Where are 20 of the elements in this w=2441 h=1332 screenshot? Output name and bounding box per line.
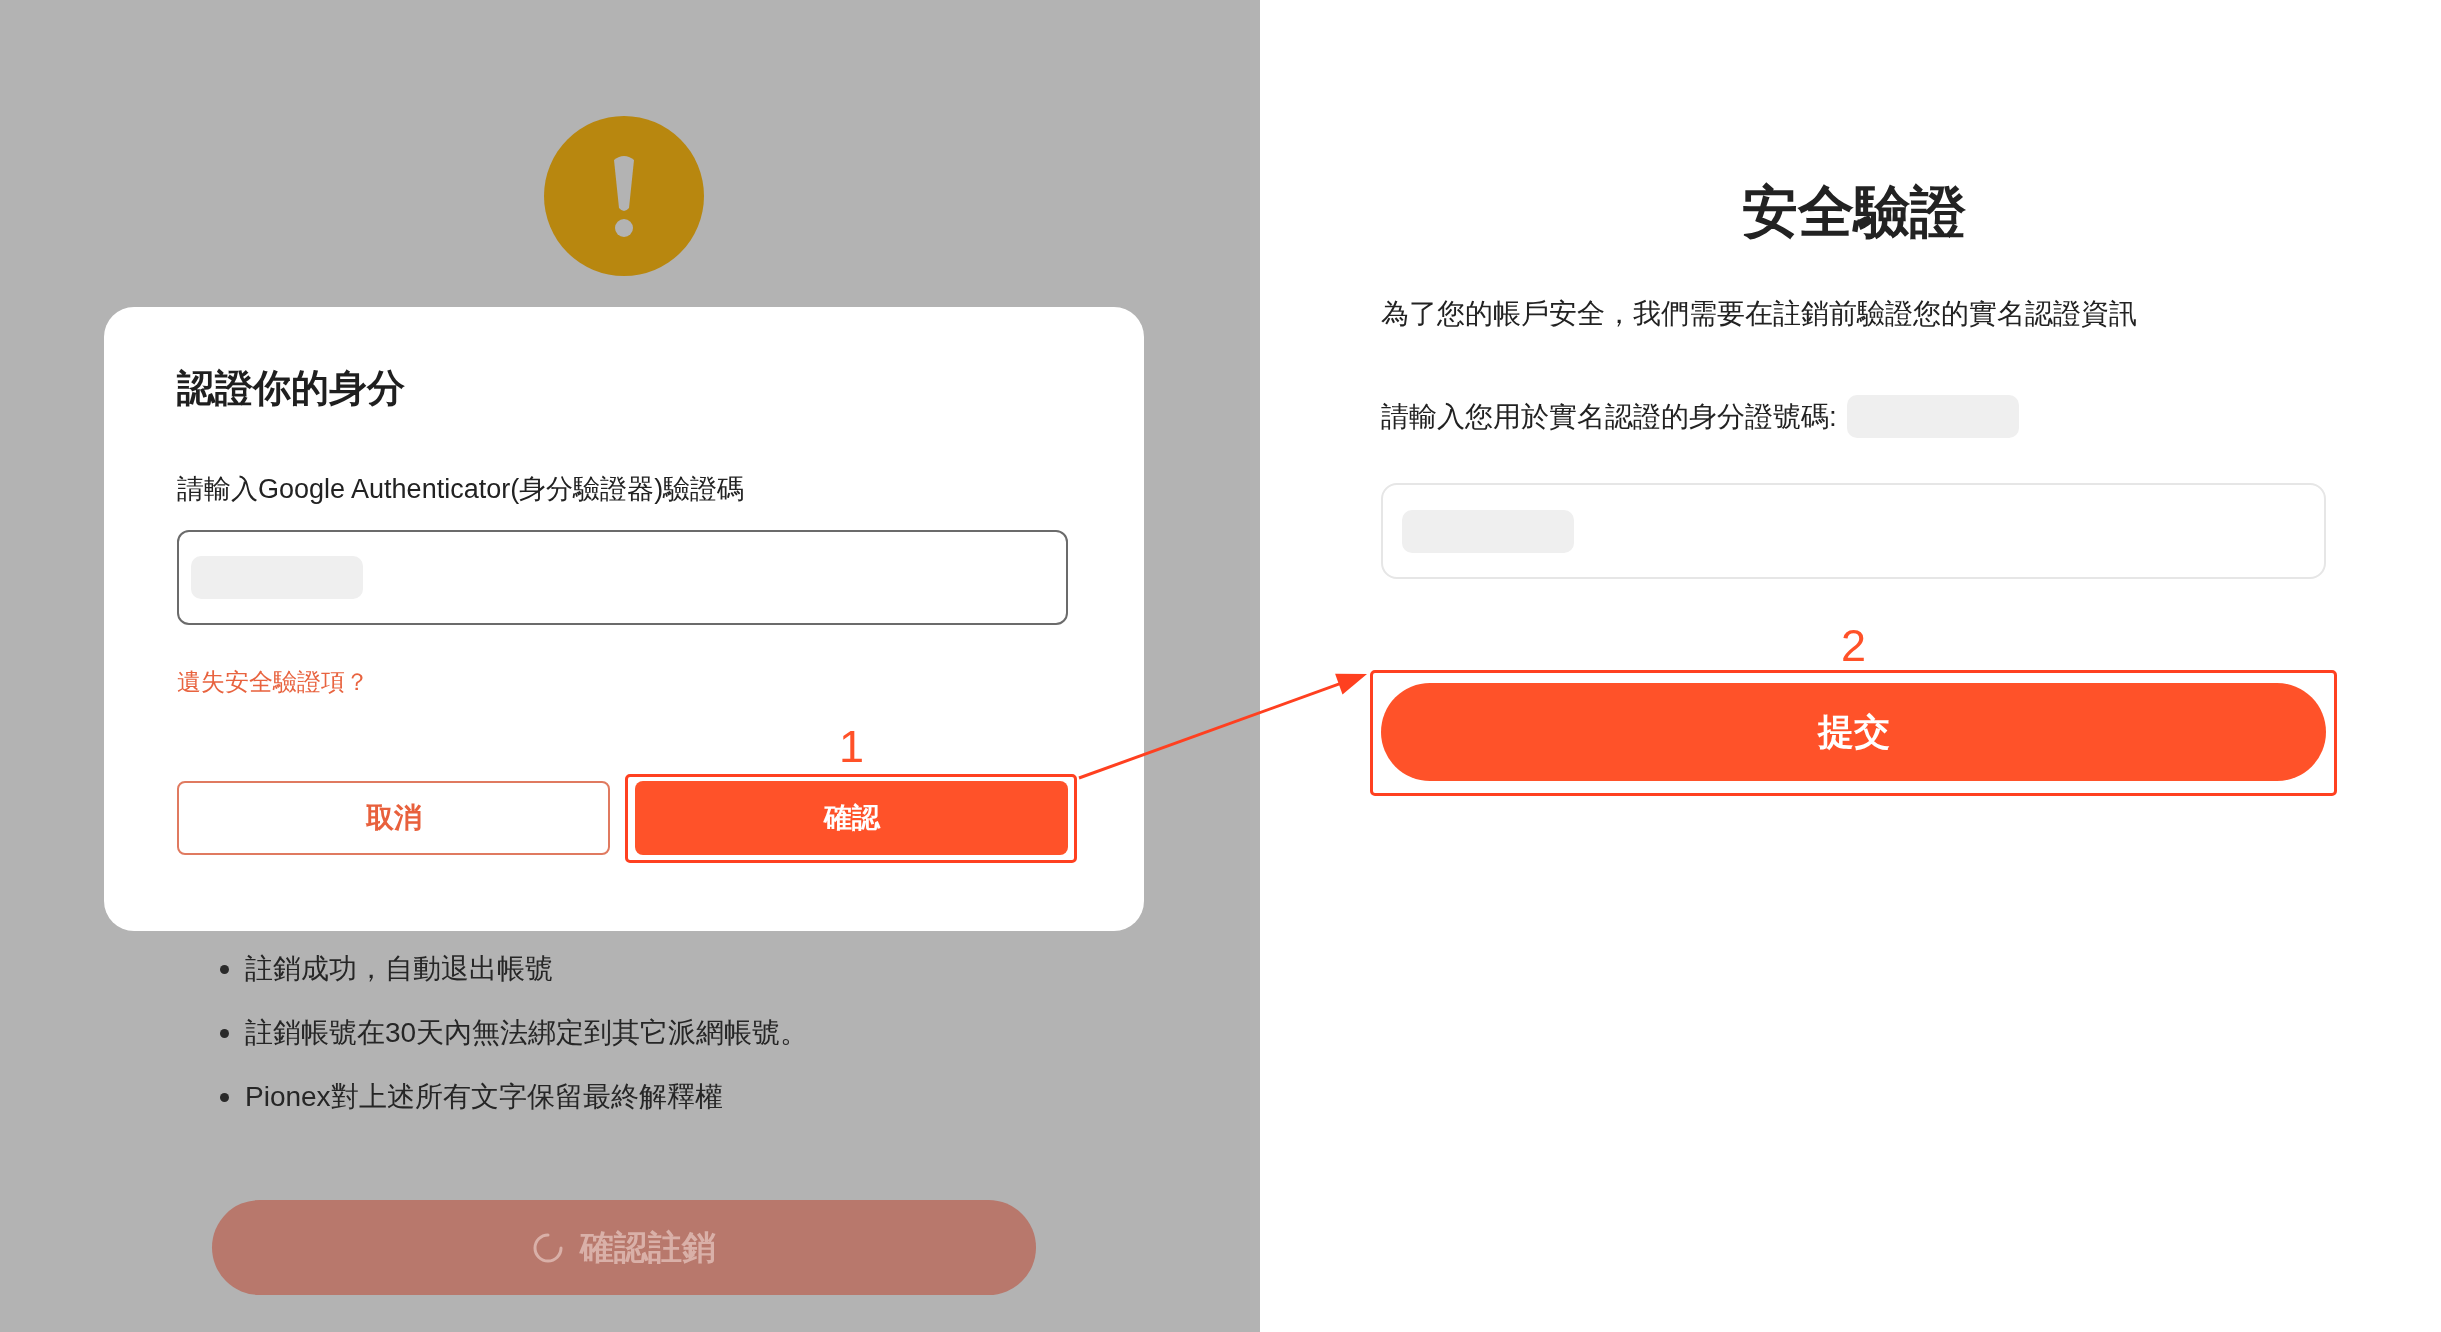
bullet-icon: [220, 1028, 229, 1038]
note-text: Pionex對上述所有文字保留最終解釋權: [245, 1080, 723, 1114]
code-input[interactable]: [177, 530, 1068, 625]
annotation-number: 1: [839, 724, 864, 769]
field-label: 請輸入Google Authenticator(身分驗證器)驗證碼: [177, 473, 745, 506]
description-text: 為了您的帳戶安全，我們需要在註銷前驗證您的實名認證資訊: [1381, 297, 2138, 331]
submit-button[interactable]: 提交: [1381, 683, 2326, 781]
annotation-number: 2: [1841, 623, 1866, 668]
id-number-label: 請輸入您用於實名認證的身分證號碼:: [1381, 399, 1837, 434]
note-text: 註銷成功，自動退出帳號: [245, 952, 553, 986]
warning-icon: [544, 116, 704, 276]
cancel-button[interactable]: 取消: [177, 781, 610, 855]
page-title: 安全驗證: [1741, 179, 1966, 245]
id-number-input[interactable]: [1381, 483, 2326, 579]
bullet-icon: [220, 1092, 229, 1102]
lost-verification-link[interactable]: 遺失安全驗證項？: [177, 666, 369, 698]
note-text: 註銷帳號在30天內無法綁定到其它派網帳號。: [245, 1016, 809, 1050]
confirm-button[interactable]: 確認: [635, 781, 1068, 855]
bullet-icon: [220, 964, 229, 974]
dialog-title: 認證你的身分: [177, 366, 405, 411]
